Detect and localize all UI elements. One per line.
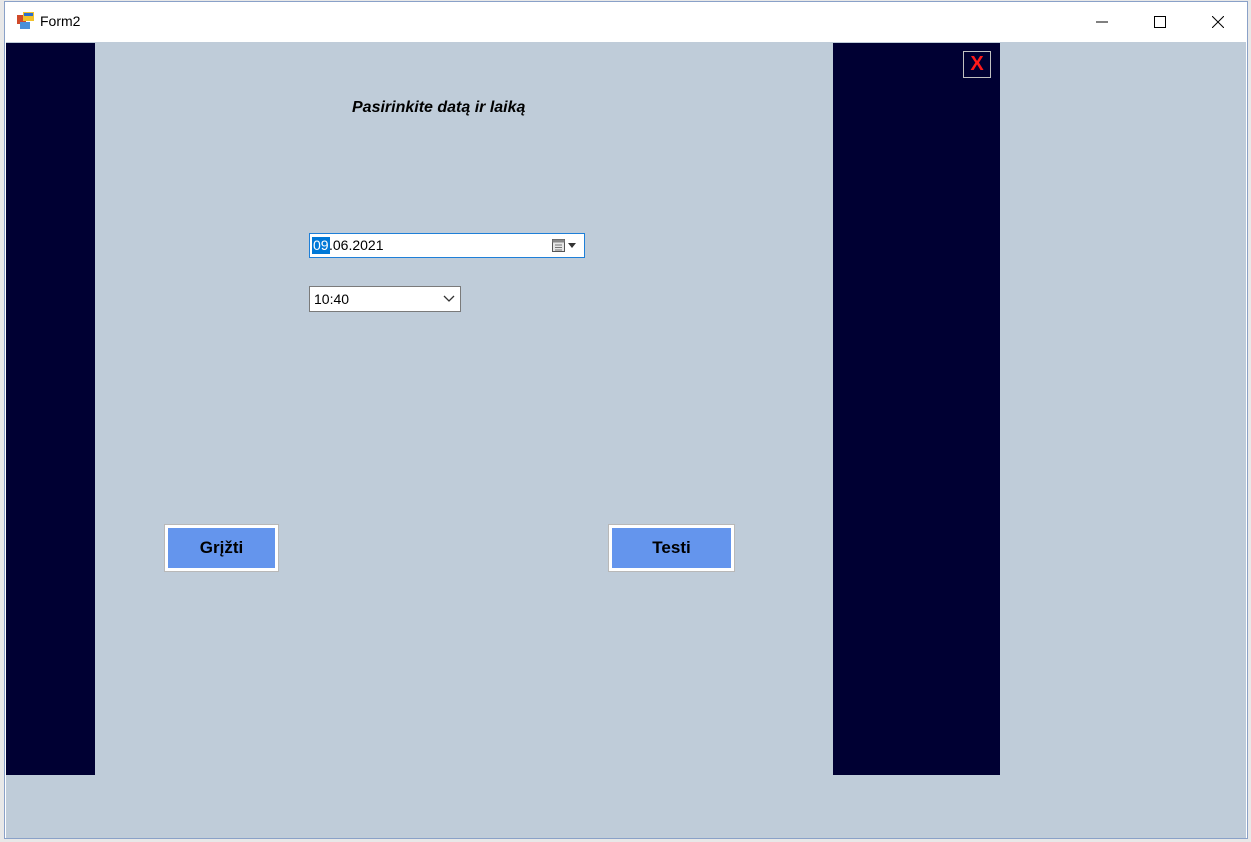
time-select[interactable]: 10:40 <box>309 286 461 312</box>
minimize-button[interactable] <box>1073 2 1131 42</box>
calendar-icon[interactable] <box>551 238 579 253</box>
chevron-down-icon[interactable] <box>443 294 455 304</box>
app-window: Form2 X Pasirinkite datą ir laiką 09 .06… <box>4 1 1248 839</box>
continue-button[interactable]: Testi <box>608 524 735 572</box>
date-picker[interactable]: 09 .06.2021 <box>309 233 585 258</box>
close-window-button[interactable] <box>1189 2 1247 42</box>
left-side-panel <box>6 43 95 775</box>
close-form-button[interactable]: X <box>963 51 991 78</box>
time-value: 10:40 <box>314 291 350 307</box>
form-client-area: X Pasirinkite datą ir laiką 09 .06.2021 … <box>6 42 1246 838</box>
close-icon <box>1212 16 1224 28</box>
app-icon <box>17 12 34 29</box>
right-side-panel <box>833 43 1000 775</box>
form-heading: Pasirinkite datą ir laiką <box>352 99 526 116</box>
title-bar[interactable]: Form2 <box>5 2 1247 42</box>
minimize-icon <box>1096 21 1108 23</box>
maximize-button[interactable] <box>1131 2 1189 42</box>
date-month-year-segment[interactable]: .06.2021 <box>329 237 384 254</box>
window-title: Form2 <box>40 13 81 29</box>
date-day-segment[interactable]: 09 <box>312 237 330 254</box>
maximize-icon <box>1154 16 1166 28</box>
back-button[interactable]: Grįžti <box>164 524 279 572</box>
